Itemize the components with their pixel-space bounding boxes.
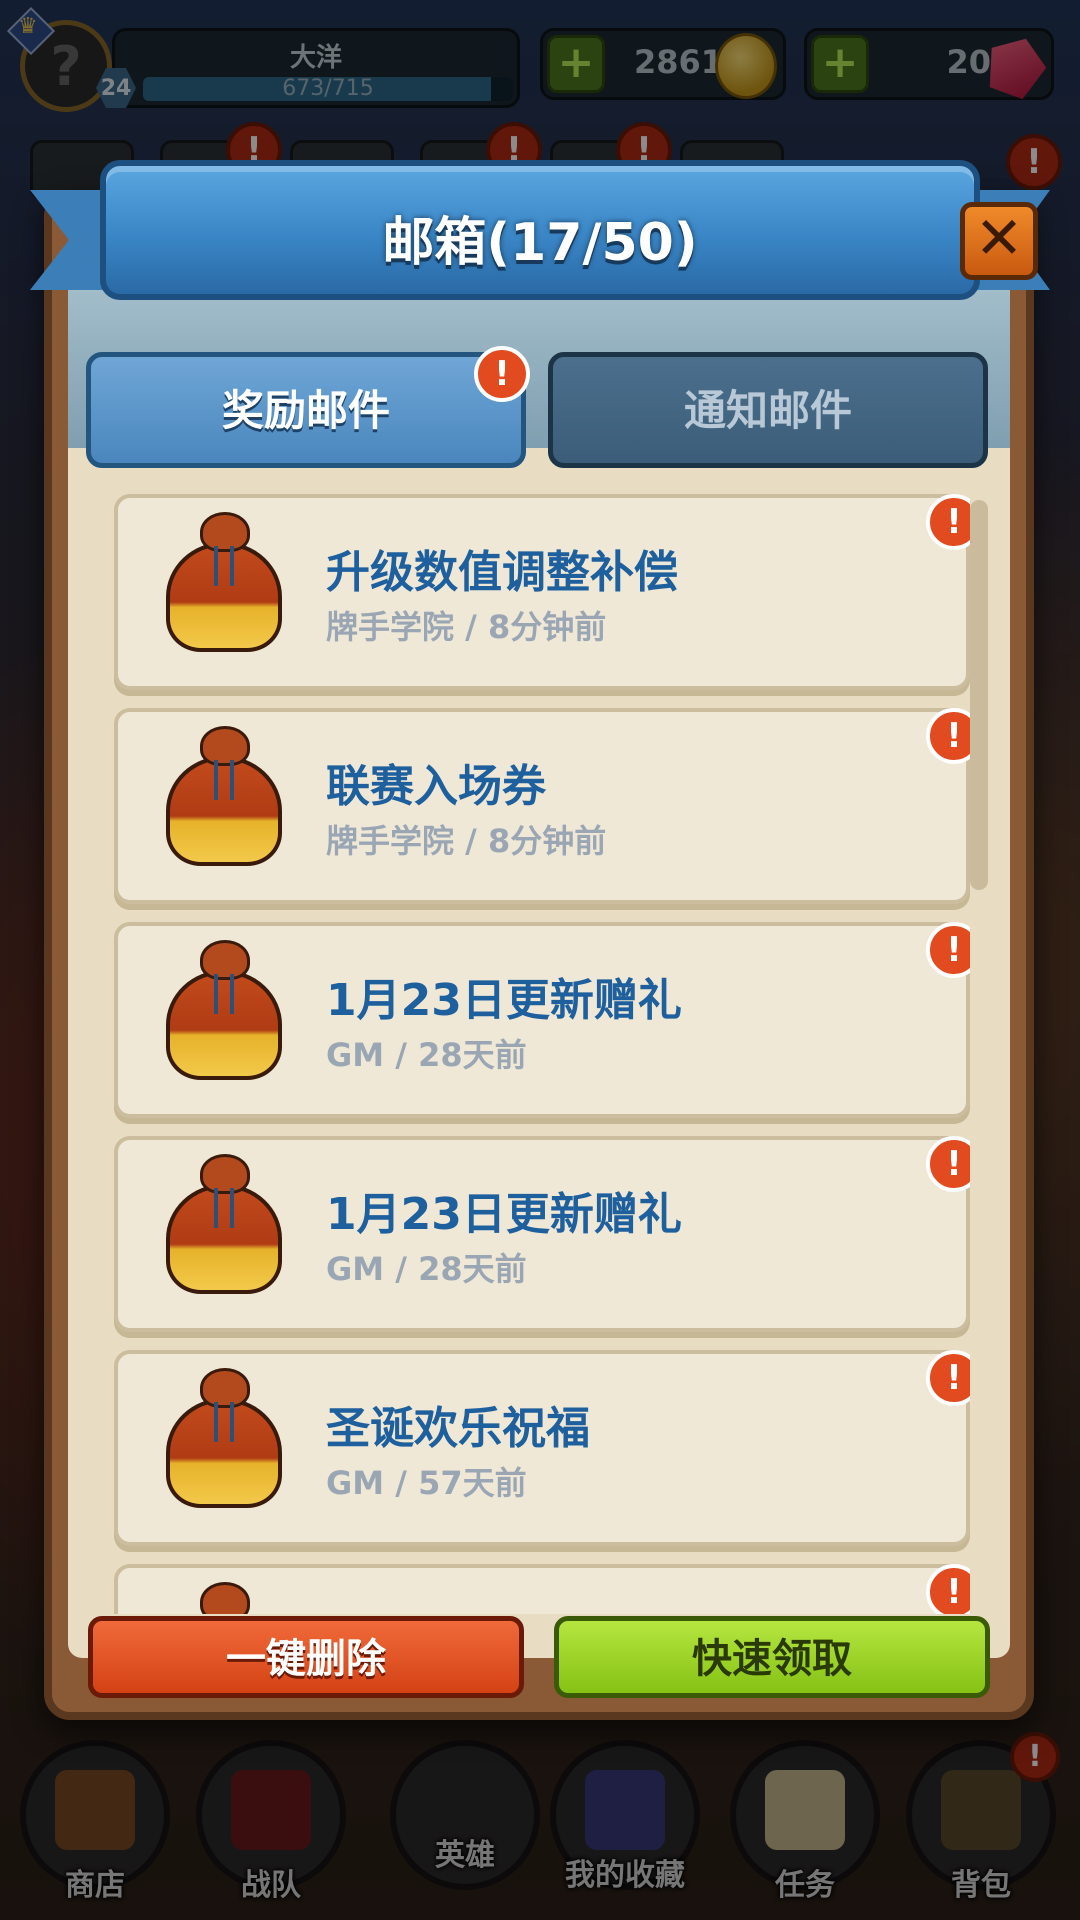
money-bag-icon bbox=[158, 1154, 288, 1304]
quick-claim-button[interactable]: 快速领取 bbox=[554, 1616, 990, 1698]
mail-item[interactable]: 圣诞欢乐祝福 GM / 57天前 ! bbox=[114, 1350, 970, 1546]
money-bag-icon bbox=[158, 512, 288, 662]
mail-sender-time: 牌手学院 / 8分钟前 bbox=[326, 608, 607, 646]
mail-item[interactable]: 升级数值调整补偿 牌手学院 / 8分钟前 ! bbox=[114, 494, 970, 690]
exclamation-icon: ! bbox=[926, 922, 970, 978]
mail-sender-time: 牌手学院 / 8分钟前 bbox=[326, 822, 607, 860]
mail-item[interactable]: 1月23日更新赠礼 GM / 28天前 ! bbox=[114, 1136, 970, 1332]
mail-item[interactable]: 联赛入场券 牌手学院 / 8分钟前 ! bbox=[114, 708, 970, 904]
delete-all-button[interactable]: 一键删除 bbox=[88, 1616, 524, 1698]
mailbox-title: 邮箱(17/50) bbox=[382, 213, 698, 273]
close-button[interactable]: ✕ bbox=[960, 202, 1038, 280]
exclamation-icon: ! bbox=[926, 494, 970, 550]
mail-sender-time: GM / 57天前 bbox=[326, 1464, 527, 1502]
mail-title: 圣诞欢乐祝福 bbox=[326, 1403, 590, 1454]
mail-list[interactable]: 升级数值调整补偿 牌手学院 / 8分钟前 ! 联赛入场券 牌手学院 / 8分钟前… bbox=[110, 494, 970, 1614]
tab-reward-mail[interactable]: 奖励邮件 bbox=[86, 352, 526, 468]
mail-title: 1月23日更新赠礼 bbox=[326, 975, 682, 1026]
exclamation-icon: ! bbox=[926, 1350, 970, 1406]
mail-title: 升级数值调整补偿 bbox=[326, 547, 678, 598]
exclamation-icon: ! bbox=[474, 346, 530, 402]
mail-list-scrollbar[interactable] bbox=[970, 500, 988, 890]
mail-item[interactable]: 1月23日更新赠礼 GM / 28天前 ! bbox=[114, 922, 970, 1118]
mail-title: 1月23日更新赠礼 bbox=[326, 1189, 682, 1240]
money-bag-icon bbox=[158, 1582, 288, 1614]
mail-sender-time: GM / 28天前 bbox=[326, 1036, 527, 1074]
exclamation-icon: ! bbox=[926, 1136, 970, 1192]
mailbox-header-ribbon: 邮箱(17/50) bbox=[100, 160, 980, 300]
exclamation-icon: ! bbox=[926, 1564, 970, 1614]
money-bag-icon bbox=[158, 940, 288, 1090]
mail-title: 联赛入场券 bbox=[326, 761, 546, 812]
mail-item[interactable]: ! bbox=[114, 1564, 970, 1614]
exclamation-icon: ! bbox=[926, 708, 970, 764]
money-bag-icon bbox=[158, 1368, 288, 1518]
money-bag-icon bbox=[158, 726, 288, 876]
mail-sender-time: GM / 28天前 bbox=[326, 1250, 527, 1288]
tab-notice-mail[interactable]: 通知邮件 bbox=[548, 352, 988, 468]
